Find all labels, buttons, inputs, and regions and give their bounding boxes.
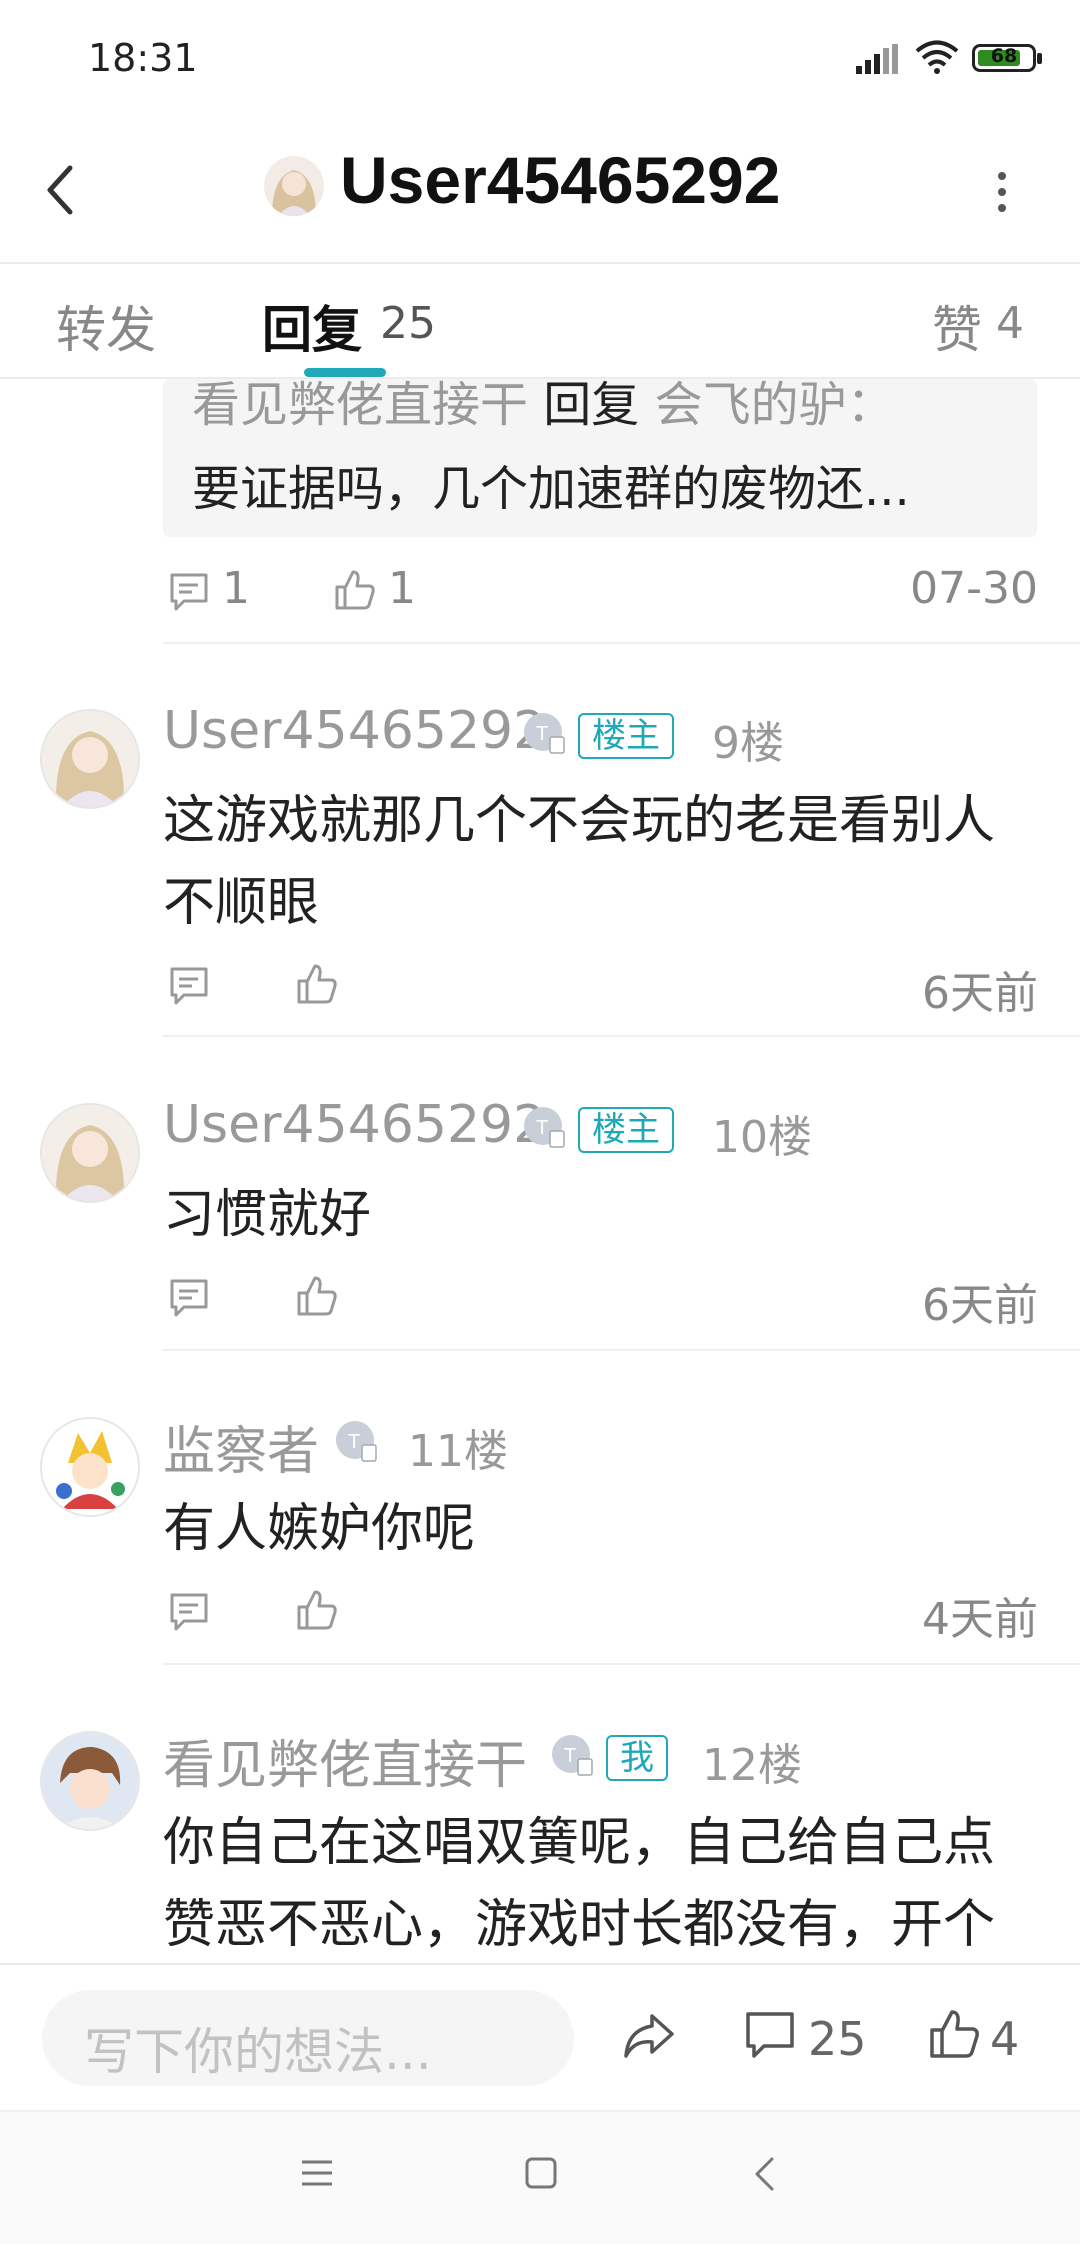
comment-icon[interactable] xyxy=(168,1277,210,1319)
quote-connector: 回复 xyxy=(543,379,640,433)
back-nav-icon[interactable] xyxy=(752,2156,776,2192)
wifi-icon xyxy=(915,40,959,74)
svg-text:T: T xyxy=(564,1745,576,1767)
reply-text-line: 赞恶不恶心，游戏时长都没有，开个 xyxy=(163,1895,996,1955)
reply-text-line: 你自己在这唱双簧呢，自己给自己点 xyxy=(163,1813,996,1873)
reply-text-line: 习惯就好 xyxy=(163,1185,372,1245)
quote-author[interactable]: 看见弊佬直接干 xyxy=(192,379,528,433)
like-icon[interactable] xyxy=(296,963,338,1005)
self-badge: 我 xyxy=(606,1735,668,1781)
quote-target[interactable]: 会飞的驴： xyxy=(655,379,895,433)
comment-placeholder: 写下你的想法... xyxy=(84,2023,432,2081)
like-count: 4 xyxy=(990,2012,1020,2066)
reply-date: 6天前 xyxy=(922,968,1038,1019)
reply-username[interactable]: User45465292 xyxy=(163,1095,546,1155)
tab-reply[interactable]: 回复 xyxy=(262,290,362,362)
comment-icon[interactable] xyxy=(168,965,210,1007)
signal-icon xyxy=(856,44,898,74)
status-bar: 18:31 68 xyxy=(0,0,1080,120)
avatar[interactable] xyxy=(40,1103,140,1203)
op-badge: 楼主 xyxy=(578,713,674,759)
comment-count: 1 xyxy=(222,563,250,614)
svg-text:T: T xyxy=(536,723,548,745)
floor-number: 11楼 xyxy=(408,1426,508,1477)
reply-text-line: 不顺眼 xyxy=(163,873,320,933)
reply-date: 07-30 xyxy=(910,563,1038,614)
level-icon: T xyxy=(552,1735,593,1776)
reply-date: 4天前 xyxy=(922,1594,1038,1645)
like-icon[interactable] xyxy=(928,2008,980,2060)
level-icon: T xyxy=(336,1421,377,1462)
quoted-reply-text: 要证据吗，几个加速群的废物还... xyxy=(192,461,910,517)
menu-icon[interactable] xyxy=(300,2158,334,2188)
reply-divider xyxy=(163,1349,1080,1351)
like-icon[interactable] xyxy=(296,1275,338,1317)
level-icon: T xyxy=(524,1107,565,1148)
reply-text-line: 这游戏就那几个不会玩的老是看别人 xyxy=(163,791,996,851)
reply-divider xyxy=(163,642,1080,644)
like-icon[interactable] xyxy=(296,1589,338,1631)
avatar[interactable] xyxy=(40,709,140,809)
battery-icon: 68 xyxy=(972,44,1042,72)
tab-bar xyxy=(0,264,1080,376)
avatar[interactable] xyxy=(40,1731,140,1831)
tab-like[interactable]: 赞 xyxy=(932,290,982,362)
like-count: 1 xyxy=(388,563,416,614)
reply-date: 6天前 xyxy=(922,1280,1038,1331)
status-time: 18:31 xyxy=(88,36,198,80)
floor-number: 12楼 xyxy=(702,1740,802,1791)
like-icon[interactable] xyxy=(334,569,376,611)
tab-reply-count: 25 xyxy=(380,298,436,349)
comment-count: 25 xyxy=(808,2012,867,2066)
tab-forward[interactable]: 转发 xyxy=(56,290,156,362)
reply-text-line: 有人嫉妒你呢 xyxy=(163,1499,476,1559)
floor-number: 10楼 xyxy=(712,1112,812,1163)
comment-icon[interactable] xyxy=(168,571,210,613)
reply-username[interactable]: 看见弊佬直接干 xyxy=(163,1723,527,1798)
bottom-bar-divider xyxy=(0,1963,1080,1965)
level-icon: T xyxy=(524,713,565,754)
reply-username[interactable]: 监察者 xyxy=(163,1409,319,1484)
op-badge: 楼主 xyxy=(578,1107,674,1153)
avatar[interactable] xyxy=(40,1417,140,1517)
battery-level: 68 xyxy=(990,45,1018,67)
svg-text:T: T xyxy=(536,1117,548,1139)
home-icon[interactable] xyxy=(524,2156,558,2190)
quoted-reply-header: 看见弊佬直接干 回复 会飞的驴： xyxy=(192,379,895,435)
reply-divider xyxy=(163,1035,1080,1037)
svg-text:T: T xyxy=(348,1431,360,1453)
header-avatar[interactable] xyxy=(264,156,324,216)
more-icon[interactable] xyxy=(990,168,1014,216)
reply-feed[interactable]: 看见弊佬直接干 回复 会飞的驴： 要证据吗，几个加速群的废物还... 1 1 0… xyxy=(0,379,1080,1963)
back-icon[interactable] xyxy=(40,160,80,220)
floor-number: 9楼 xyxy=(712,718,784,769)
tab-like-count: 4 xyxy=(996,298,1024,349)
comment-icon[interactable] xyxy=(744,2010,796,2062)
reply-username[interactable]: User45465292 xyxy=(163,701,546,761)
page-title: User45465292 xyxy=(340,143,781,217)
comment-icon[interactable] xyxy=(168,1591,210,1633)
share-icon[interactable] xyxy=(622,2012,676,2062)
active-tab-indicator xyxy=(304,368,386,377)
reply-divider xyxy=(163,1663,1080,1665)
